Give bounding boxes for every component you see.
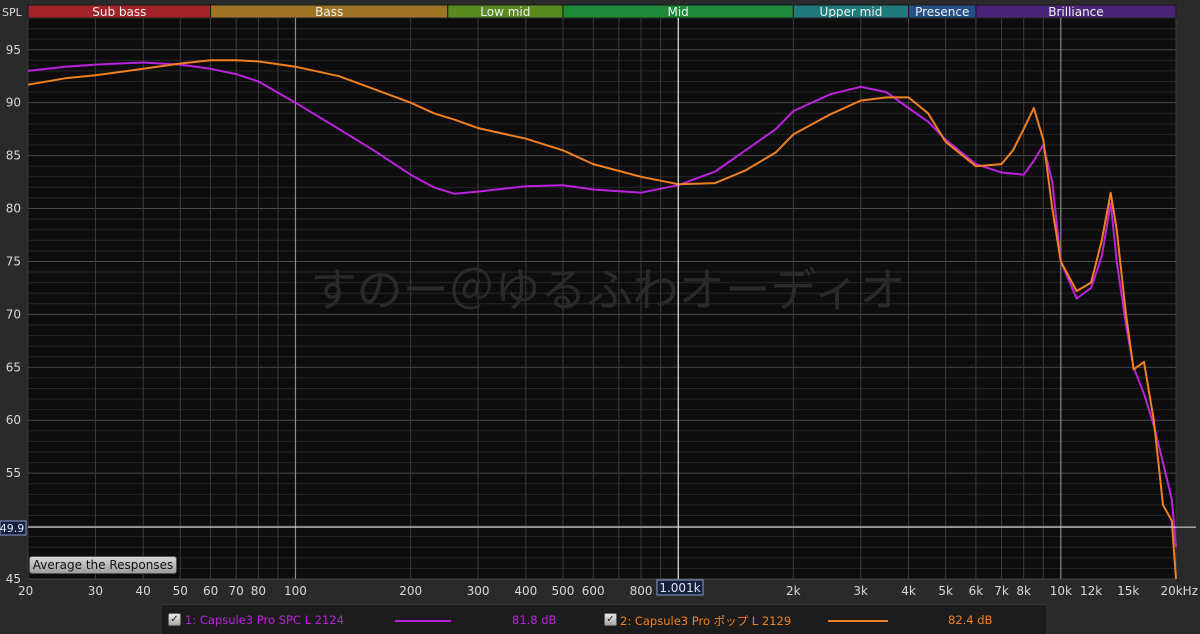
legend-checkbox-2[interactable]: ✓ (604, 613, 617, 626)
x-axis-tick-labels: 20 30 40 50 60 70 80 100 200 300 400 500 600 800 2k 3k 4… (18, 584, 1198, 598)
x-tick-label: 6k (969, 584, 984, 598)
band-label: Upper mid (820, 5, 883, 19)
y-tick-label: 70 (6, 307, 21, 321)
y-tick-label: 75 (6, 254, 21, 268)
x-tick-label: 10k (1050, 584, 1072, 598)
legend-value-2: 82.4 dB (948, 613, 993, 627)
frequency-band-header: Sub bass Bass Low mid Mid Upper mid Presence B… (27, 4, 1177, 19)
x-tick-label: 40 (136, 584, 151, 598)
x-tick-label: 80 (251, 584, 266, 598)
frequency-response-chart[interactable]: Sub bass Bass Low mid Mid Upper mid Presence B… (0, 0, 1200, 633)
x-tick-label: 15k (1117, 584, 1139, 598)
y-tick-label: 80 (6, 202, 21, 216)
band-label: Brilliance (1048, 5, 1103, 19)
band-label: Sub bass (92, 5, 146, 19)
frequency-response-app: Sub bass Bass Low mid Mid Upper mid Presence B… (0, 0, 1200, 634)
band-label: Mid (667, 5, 688, 19)
y-tick-label: 65 (6, 360, 21, 374)
x-tick-label: 3k (853, 584, 868, 598)
x-tick-label: 70 (229, 584, 244, 598)
x-tick-label: 30 (88, 584, 103, 598)
legend-label-2: 2: Capsule3 Pro ポップ L 2129 (620, 614, 792, 628)
y-tick-label: 90 (6, 96, 21, 110)
x-tick-label: 100 (284, 584, 307, 598)
y-tick-label: 55 (6, 466, 21, 480)
x-tick-label: 600 (582, 584, 605, 598)
legend-checkbox-1[interactable]: ✓ (168, 613, 181, 626)
legend-label-1: 1: Capsule3 Pro SPC L 2124 (185, 613, 344, 627)
x-tick-label: 60 (203, 584, 218, 598)
x-tick-label: 5k (938, 584, 953, 598)
x-tick-label: 4k (901, 584, 916, 598)
x-tick-label: 400 (514, 584, 537, 598)
y-tick-label: 85 (6, 149, 21, 163)
x-tick-label: 20 (18, 584, 33, 598)
x-tick-label: 20kHz (1160, 584, 1198, 598)
x-tick-label: 7k (994, 584, 1009, 598)
x-tick-label: 200 (399, 584, 422, 598)
x-tick-label: 50 (173, 584, 188, 598)
legend-value-1: 81.8 dB (512, 613, 557, 627)
y-tick-label: 95 (6, 43, 21, 57)
x-tick-label: 500 (551, 584, 574, 598)
y-axis-title: SPL (2, 6, 23, 19)
x-tick-label: 8k (1016, 584, 1031, 598)
legend-item-1[interactable]: ✓ 1: Capsule3 Pro SPC L 2124 81.8 dB (162, 605, 582, 634)
y-tick-label: 60 (6, 413, 21, 427)
legend-swatch-1 (395, 620, 451, 622)
x-tick-label: 800 (630, 584, 653, 598)
x-tick-label: 12k (1080, 584, 1102, 598)
legend-swatch-2 (828, 620, 888, 622)
cursor-level-readout: 49.9 (0, 522, 24, 535)
cursor-frequency-readout: 1.001k (659, 581, 700, 595)
average-responses-button[interactable]: Average the Responses (29, 556, 177, 574)
x-tick-label: 300 (467, 584, 490, 598)
band-label: Presence (915, 5, 969, 19)
legend-item-2[interactable]: ✓ 2: Capsule3 Pro ポップ L 2129 82.4 dB (600, 605, 1040, 634)
watermark-text: すのー＠ゆるふわオーディオ (311, 263, 906, 317)
x-tick-label: 2k (786, 584, 801, 598)
legend-bar: ✓ 1: Capsule3 Pro SPC L 2124 81.8 dB ✓ 2… (162, 604, 1046, 634)
y-axis-tick-labels: 9590858075706560555045 (6, 43, 21, 586)
band-label: Low mid (480, 5, 530, 19)
band-label: Bass (315, 5, 343, 19)
